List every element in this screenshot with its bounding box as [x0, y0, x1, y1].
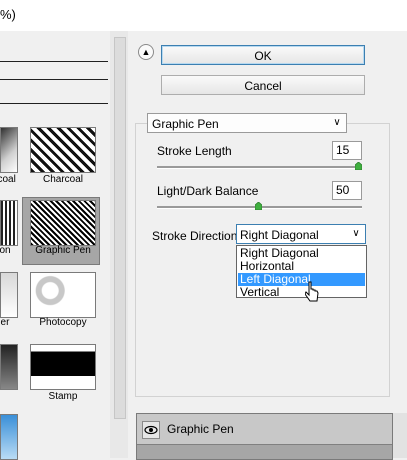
thumbnail-chalk-charcoal[interactable]: [0, 127, 18, 173]
balance-slider-thumb[interactable]: [254, 202, 262, 210]
filter-select[interactable]: Graphic Pen ∨: [147, 113, 347, 133]
layers-scrollbar[interactable]: [393, 413, 407, 458]
window-titlebar: %): [0, 0, 407, 32]
thumbnail-label: Stamp: [48, 391, 78, 402]
thumbnail-note-paper[interactable]: [0, 272, 18, 318]
option-vertical[interactable]: Vertical: [238, 286, 365, 299]
balance-label: Light/Dark Balance: [157, 184, 259, 198]
ok-button[interactable]: OK: [161, 45, 365, 65]
filter-select-value: Graphic Pen: [152, 117, 219, 131]
cancel-button[interactable]: Cancel: [161, 75, 365, 95]
stroke-length-field[interactable]: 15: [332, 141, 362, 160]
thumbnail-label: Photocopy: [39, 317, 87, 328]
gallery-scrollbar[interactable]: [110, 31, 128, 458]
balance-field[interactable]: 50: [332, 181, 362, 200]
category-divider: [0, 103, 108, 104]
collapse-chevron-icon[interactable]: ▲: [138, 44, 154, 60]
effect-layers-list: Graphic Pen: [136, 413, 393, 460]
thumbnail-charcoal[interactable]: [30, 127, 96, 173]
stroke-length-slider-thumb[interactable]: [355, 162, 362, 170]
stroke-length-slider-track[interactable]: [157, 166, 362, 169]
category-divider: [0, 61, 108, 62]
thumbnail-graphic-pen[interactable]: [30, 200, 96, 246]
filter-gallery: rcoal Charcoal on Graphic Pen er Photoco…: [0, 31, 111, 460]
stroke-direction-value: Right Diagonal: [240, 228, 319, 242]
scrollbar-thumb[interactable]: [114, 37, 126, 419]
effect-layer-row[interactable]: Graphic Pen: [137, 414, 392, 445]
chevron-down-icon: ∨: [352, 228, 360, 239]
window-title: %): [0, 7, 16, 22]
stroke-direction-options: Right Diagonal Horizontal Left Diagonal …: [236, 245, 367, 299]
thumbnail-label: Charcoal: [42, 174, 84, 185]
category-divider: [0, 79, 108, 80]
thumbnail-conte-crayon[interactable]: [0, 200, 18, 246]
thumbnail-label: Graphic Pen: [35, 245, 91, 256]
stroke-length-label: Stroke Length: [157, 144, 232, 158]
effect-layer-name: Graphic Pen: [167, 422, 234, 436]
chevron-down-icon: ∨: [333, 117, 341, 128]
thumbnail-stamp[interactable]: [30, 344, 96, 390]
eye-icon[interactable]: [142, 421, 160, 439]
stroke-direction-select[interactable]: Right Diagonal ∨: [236, 224, 366, 244]
thumbnail-plaster[interactable]: [0, 344, 18, 390]
thumbnail-photocopy[interactable]: [30, 272, 96, 318]
thumbnail-reticulation[interactable]: [0, 414, 18, 460]
mouse-pointer-icon: [305, 281, 319, 302]
stroke-direction-label: Stroke Direction:: [152, 229, 241, 243]
